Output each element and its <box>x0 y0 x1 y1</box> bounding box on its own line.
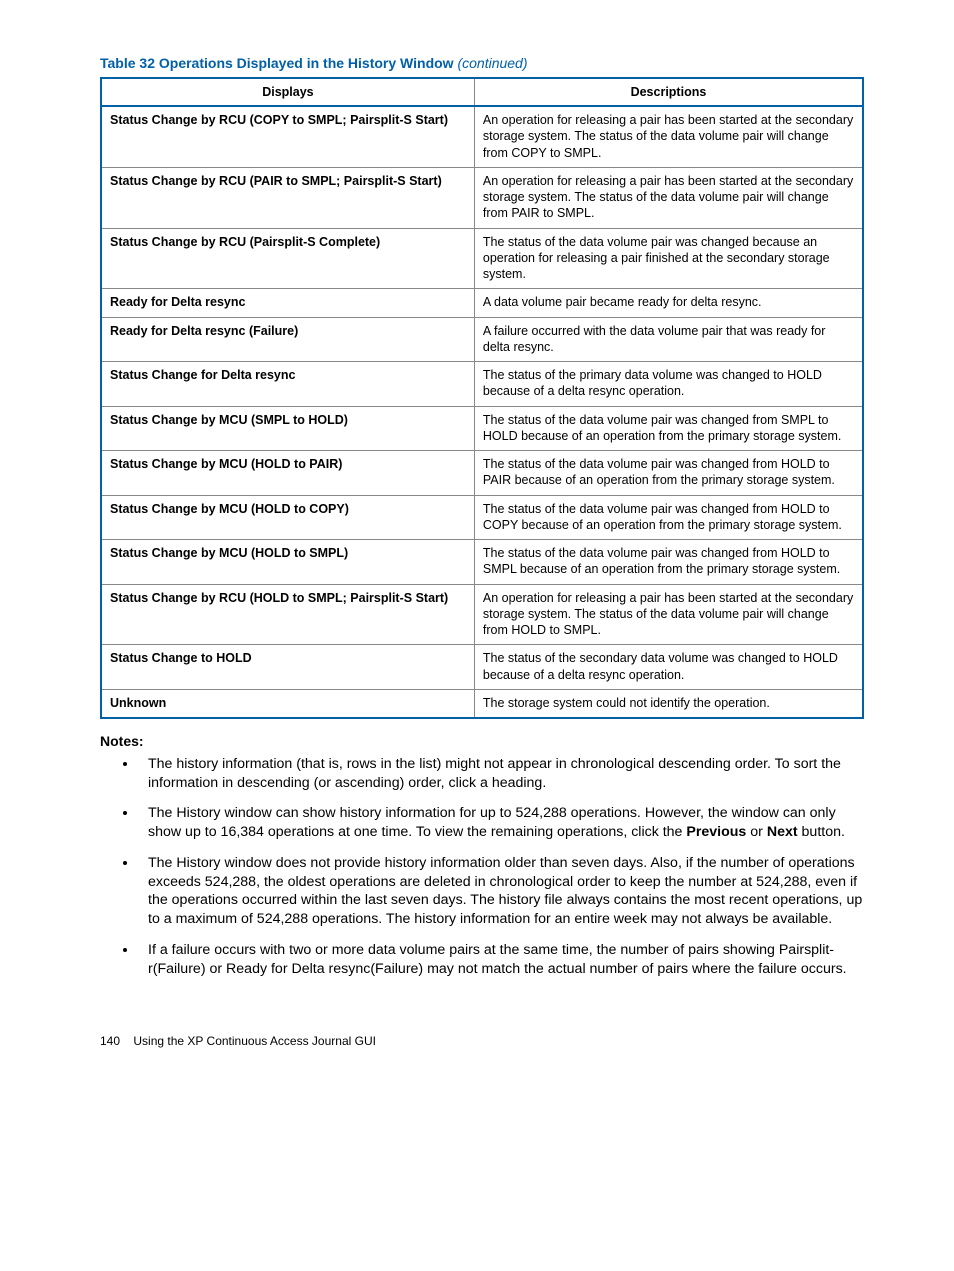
operations-table: Displays Descriptions Status Change by R… <box>100 77 864 719</box>
note-text: The History window does not provide hist… <box>148 855 862 927</box>
table-header-row: Displays Descriptions <box>101 78 863 106</box>
displays-cell: Ready for Delta resync <box>101 289 474 317</box>
description-cell: A data volume pair became ready for delt… <box>474 289 863 317</box>
table-row: Ready for Delta resync (Failure)A failur… <box>101 317 863 362</box>
description-cell: The status of the data volume pair was c… <box>474 228 863 289</box>
note-text: button. <box>798 824 845 840</box>
displays-cell: Status Change for Delta resync <box>101 362 474 407</box>
previous-label: Previous <box>686 824 746 840</box>
displays-cell: Status Change by RCU (Pairsplit-S Comple… <box>101 228 474 289</box>
description-cell: A failure occurred with the data volume … <box>474 317 863 362</box>
table-caption: Table 32 Operations Displayed in the His… <box>100 55 864 71</box>
table-row: Status Change to HOLDThe status of the s… <box>101 645 863 690</box>
displays-cell: Status Change by RCU (COPY to SMPL; Pair… <box>101 106 474 167</box>
description-cell: The status of the data volume pair was c… <box>474 495 863 540</box>
description-cell: The status of the data volume pair was c… <box>474 406 863 451</box>
table-row: Status Change by RCU (HOLD to SMPL; Pair… <box>101 584 863 645</box>
table-row: UnknownThe storage system could not iden… <box>101 689 863 718</box>
header-descriptions: Descriptions <box>474 78 863 106</box>
description-cell: The storage system could not identify th… <box>474 689 863 718</box>
description-cell: An operation for releasing a pair has be… <box>474 106 863 167</box>
displays-cell: Status Change by RCU (PAIR to SMPL; Pair… <box>101 167 474 228</box>
table-row: Status Change for Delta resyncThe status… <box>101 362 863 407</box>
header-displays: Displays <box>101 78 474 106</box>
table-row: Status Change by MCU (HOLD to COPY)The s… <box>101 495 863 540</box>
displays-cell: Status Change to HOLD <box>101 645 474 690</box>
note-item: If a failure occurs with two or more dat… <box>138 941 864 978</box>
note-item: The History window can show history info… <box>138 804 864 841</box>
table-row: Status Change by RCU (PAIR to SMPL; Pair… <box>101 167 863 228</box>
note-item: The history information (that is, rows i… <box>138 755 864 792</box>
displays-cell: Unknown <box>101 689 474 718</box>
note-text: The history information (that is, rows i… <box>148 756 841 791</box>
description-cell: The status of the data volume pair was c… <box>474 540 863 585</box>
notes-list: The history information (that is, rows i… <box>100 755 864 978</box>
table-row: Status Change by MCU (SMPL to HOLD)The s… <box>101 406 863 451</box>
displays-cell: Status Change by MCU (HOLD to SMPL) <box>101 540 474 585</box>
table-caption-continued: (continued) <box>457 55 527 71</box>
table-row: Ready for Delta resyncA data volume pair… <box>101 289 863 317</box>
displays-cell: Status Change by MCU (HOLD to PAIR) <box>101 451 474 496</box>
page-footer: 140 Using the XP Continuous Access Journ… <box>100 1034 864 1048</box>
description-cell: The status of the secondary data volume … <box>474 645 863 690</box>
note-text: or <box>746 824 767 840</box>
note-item: The History window does not provide hist… <box>138 854 864 929</box>
displays-cell: Ready for Delta resync (Failure) <box>101 317 474 362</box>
table-row: Status Change by MCU (HOLD to SMPL)The s… <box>101 540 863 585</box>
table-caption-main: Table 32 Operations Displayed in the His… <box>100 55 454 71</box>
next-label: Next <box>767 824 798 840</box>
description-cell: An operation for releasing a pair has be… <box>474 167 863 228</box>
displays-cell: Status Change by RCU (HOLD to SMPL; Pair… <box>101 584 474 645</box>
table-row: Status Change by RCU (COPY to SMPL; Pair… <box>101 106 863 167</box>
description-cell: An operation for releasing a pair has be… <box>474 584 863 645</box>
footer-title: Using the XP Continuous Access Journal G… <box>133 1034 376 1048</box>
page-number: 140 <box>100 1034 120 1048</box>
description-cell: The status of the primary data volume wa… <box>474 362 863 407</box>
displays-cell: Status Change by MCU (SMPL to HOLD) <box>101 406 474 451</box>
displays-cell: Status Change by MCU (HOLD to COPY) <box>101 495 474 540</box>
table-row: Status Change by MCU (HOLD to PAIR)The s… <box>101 451 863 496</box>
description-cell: The status of the data volume pair was c… <box>474 451 863 496</box>
note-text: If a failure occurs with two or more dat… <box>148 942 847 977</box>
notes-heading: Notes: <box>100 733 864 749</box>
table-row: Status Change by RCU (Pairsplit-S Comple… <box>101 228 863 289</box>
